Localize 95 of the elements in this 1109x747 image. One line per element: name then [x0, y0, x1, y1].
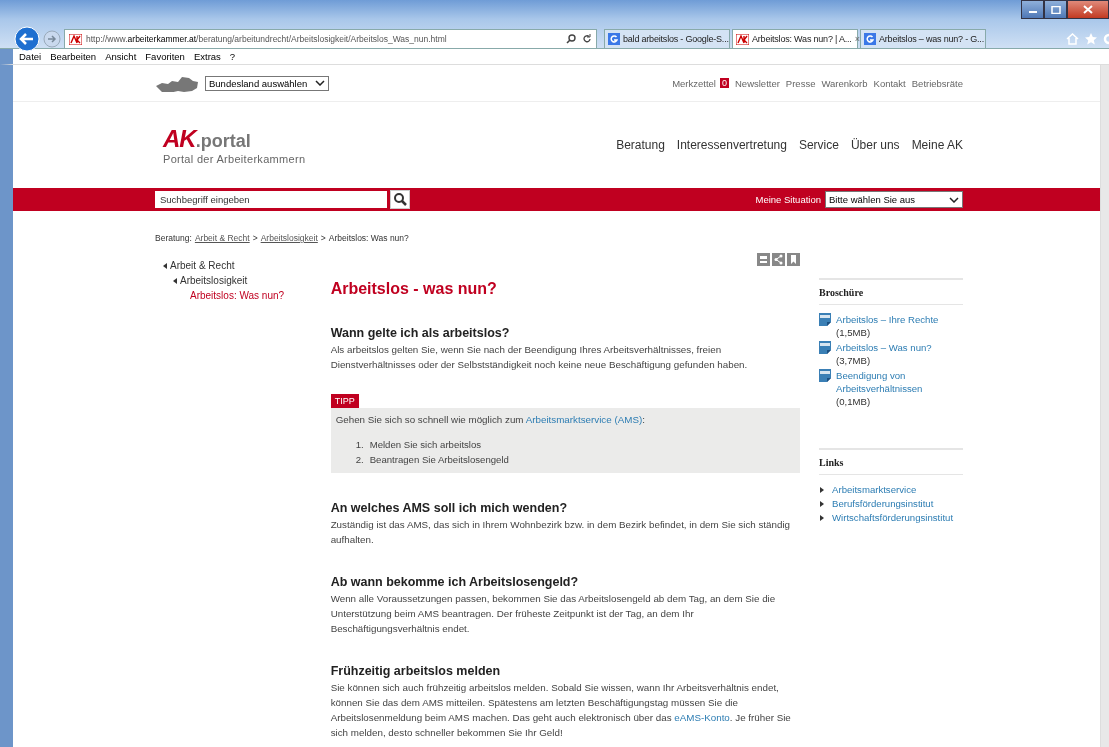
list-item: Beantragen Sie Arbeitslosengeld: [369, 453, 509, 467]
link-item[interactable]: Berufsförderungsinstitut: [832, 497, 934, 511]
sidenav-item[interactable]: Arbeitslosigkeit: [180, 275, 248, 286]
back-icon[interactable]: [14, 26, 40, 52]
top-link[interactable]: Betriebsräte: [911, 77, 963, 89]
section-heading: An welches AMS soll ich mich wenden?: [330, 501, 569, 515]
situation-label: Meine Situation: [755, 194, 821, 205]
close-icon: [1083, 5, 1093, 14]
top-link[interactable]: Kontakt: [873, 77, 906, 89]
list-number: 1.: [355, 438, 364, 452]
print-icon[interactable]: [757, 253, 771, 266]
count-badge: 0: [719, 78, 729, 88]
top-link[interactable]: Newsletter: [735, 77, 780, 89]
ak-favicon-icon: [736, 33, 749, 45]
nav-link[interactable]: Beratung: [616, 138, 665, 152]
share-icon[interactable]: [772, 253, 786, 266]
link-item[interactable]: Arbeitsmarktservice: [832, 483, 917, 497]
search-icon[interactable]: [566, 34, 576, 44]
maximize-icon: [1050, 5, 1061, 14]
browser-tab[interactable]: Arbeitslos: Was nun? | A... ×: [732, 29, 858, 49]
top-link[interactable]: Presse: [785, 77, 816, 89]
region-select[interactable]: Bundesland auswählen: [205, 75, 330, 91]
close-button[interactable]: [1067, 0, 1109, 19]
file-size: (1,5MB): [836, 327, 871, 338]
breadcrumb-link[interactable]: Arbeitslosigkeit: [260, 233, 318, 243]
search-button[interactable]: [390, 189, 410, 209]
breadcrumb-label: Beratung:: [155, 233, 192, 243]
breadcrumb-link[interactable]: Arbeit & Recht: [194, 233, 250, 243]
breadcrumb-separator: >: [320, 233, 326, 243]
brochure-link[interactable]: Arbeitslos – Was nun?: [836, 341, 932, 354]
pdf-icon: [819, 313, 832, 326]
logo-tagline: Portal der Arbeiterkammern: [163, 153, 306, 165]
nav-link[interactable]: Interessenvertretung: [676, 138, 787, 152]
browser-tab[interactable]: bald arbeitslos - Google-S...: [604, 29, 730, 49]
minimize-button[interactable]: [1021, 0, 1044, 19]
tip-badge: TIPP: [330, 394, 359, 408]
brochure-link[interactable]: Arbeitslos – Ihre Rechte: [836, 313, 939, 326]
logo-mark[interactable]: AK: [163, 125, 196, 152]
pdf-icon: [819, 369, 832, 382]
file-size: (3,7MB): [836, 355, 871, 366]
section-paragraph: Zuständig ist das AMS, das sich in Ihrem Wohnbezirk bzw. in dem Bezirk befindet, in dem Sie sich ständig aufhalten.: [330, 518, 792, 547]
section-paragraph: Wenn alle Voraussetzungen passen, bekommen Sie das Arbeitslosengeld ab dem Tag, an dem Sie die Unterstützung beim AMS beantragen. Der früheste Zeitpunkt ist der Tag, an dem Ihr Beschäftigungsverhältnis endet.: [330, 592, 777, 636]
box-heading: Broschüre: [819, 280, 963, 305]
sidenav-item[interactable]: Arbeitslos: Was nun?: [190, 290, 285, 301]
menu-item[interactable]: Extras: [193, 51, 221, 62]
merkzettel-link[interactable]: Merkzettel: [672, 77, 716, 89]
nav-link[interactable]: Über uns: [850, 138, 900, 152]
list-item: Melden Sie sich arbeitslos: [369, 438, 482, 452]
pdf-icon: [819, 341, 832, 354]
search-field[interactable]: Suchbegriff eingeben: [155, 190, 387, 208]
caret-icon: [820, 515, 825, 521]
section-paragraph: Sie können sich auch frühzeitig arbeitslos melden. Sobald Sie wissen, wann Ihr Arbeitsverhältnis endet, können Sie das dem AMS mitteilen. Spätestens am letzten Beschäftigungstag müssen Sie die Arbeitslosenmeldung beim AMS machen. Das geht auch elektronisch über das eAMS-Konto. Je früher Sie sich melden, desto schneller bekommen Sie Ihr Geld!: [330, 681, 792, 740]
austria-map-icon: [155, 74, 199, 92]
scrollbar[interactable]: [1100, 65, 1109, 747]
breadcrumb-separator: >: [252, 233, 258, 243]
caret-icon: [163, 262, 167, 269]
chevron-down-icon: [949, 196, 959, 203]
sidenav-item[interactable]: Arbeit & Recht: [170, 260, 235, 271]
bookmark-icon[interactable]: [787, 253, 801, 266]
maximize-button[interactable]: [1044, 0, 1067, 19]
brochure-link[interactable]: Beendigung von Arbeitsverhältnissen: [836, 369, 963, 395]
list-number: 2.: [355, 453, 364, 467]
text-link[interactable]: eAMS-Konto: [674, 712, 730, 723]
section-paragraph: Als arbeitslos gelten Sie, wenn Sie nach der Beendigung Ihres Arbeitsverhältnisses, freien Dienstverhältnisses oder der Selbstständigkeit noch keine neue Beschäftigung gefunden haben.: [330, 343, 749, 372]
nav-link[interactable]: Service: [798, 138, 839, 152]
caret-icon: [820, 501, 825, 507]
situation-select[interactable]: Bitte wählen Sie aus: [825, 191, 963, 208]
menu-item[interactable]: Bearbeiten: [50, 51, 97, 62]
nav-link[interactable]: Meine AK: [911, 138, 963, 152]
address-bar[interactable]: http://www.arbeiterkammer.at/beratung/arbeitundrecht/Arbeitslosigkeit/Arbeitslos_Was_nun.html: [64, 29, 597, 49]
box-heading: Links: [819, 450, 963, 475]
section-heading: Wann gelte ich als arbeitslos?: [330, 326, 511, 340]
top-link[interactable]: Warenkorb: [821, 77, 868, 89]
file-size: (0,1MB): [836, 396, 871, 407]
search-icon: [393, 192, 407, 206]
browser-tab[interactable]: Arbeitslos – was nun? - G...: [860, 29, 986, 49]
menu-item[interactable]: ?: [229, 51, 236, 62]
menu-item[interactable]: Favoriten: [145, 51, 185, 62]
page-title: Arbeitslos - was nun?: [330, 280, 498, 298]
tip-text: Gehen Sie sich so schnell wie möglich zum Arbeitsmarktservice (AMS):: [335, 413, 646, 427]
section-heading: Ab wann bekomme ich Arbeitslosengeld?: [330, 575, 580, 589]
refresh-icon[interactable]: [582, 34, 592, 44]
section-heading: Frühzeitig arbeitslos melden: [330, 664, 502, 678]
forward-icon[interactable]: [43, 30, 61, 48]
breadcrumb-current: Arbeitslos: Was nun?: [328, 233, 409, 243]
caret-icon: [173, 277, 177, 284]
menu-item[interactable]: Ansicht: [105, 51, 137, 62]
google-favicon-icon: [864, 33, 876, 45]
caret-icon: [820, 487, 825, 493]
chevron-down-icon: [315, 80, 326, 86]
link-item[interactable]: Wirtschaftsförderungsinstitut: [832, 511, 954, 525]
menu-item[interactable]: Datei: [19, 51, 42, 62]
ak-favicon-icon: [69, 33, 82, 45]
google-favicon-icon: [608, 33, 620, 45]
star-icon[interactable]: [1085, 33, 1097, 45]
